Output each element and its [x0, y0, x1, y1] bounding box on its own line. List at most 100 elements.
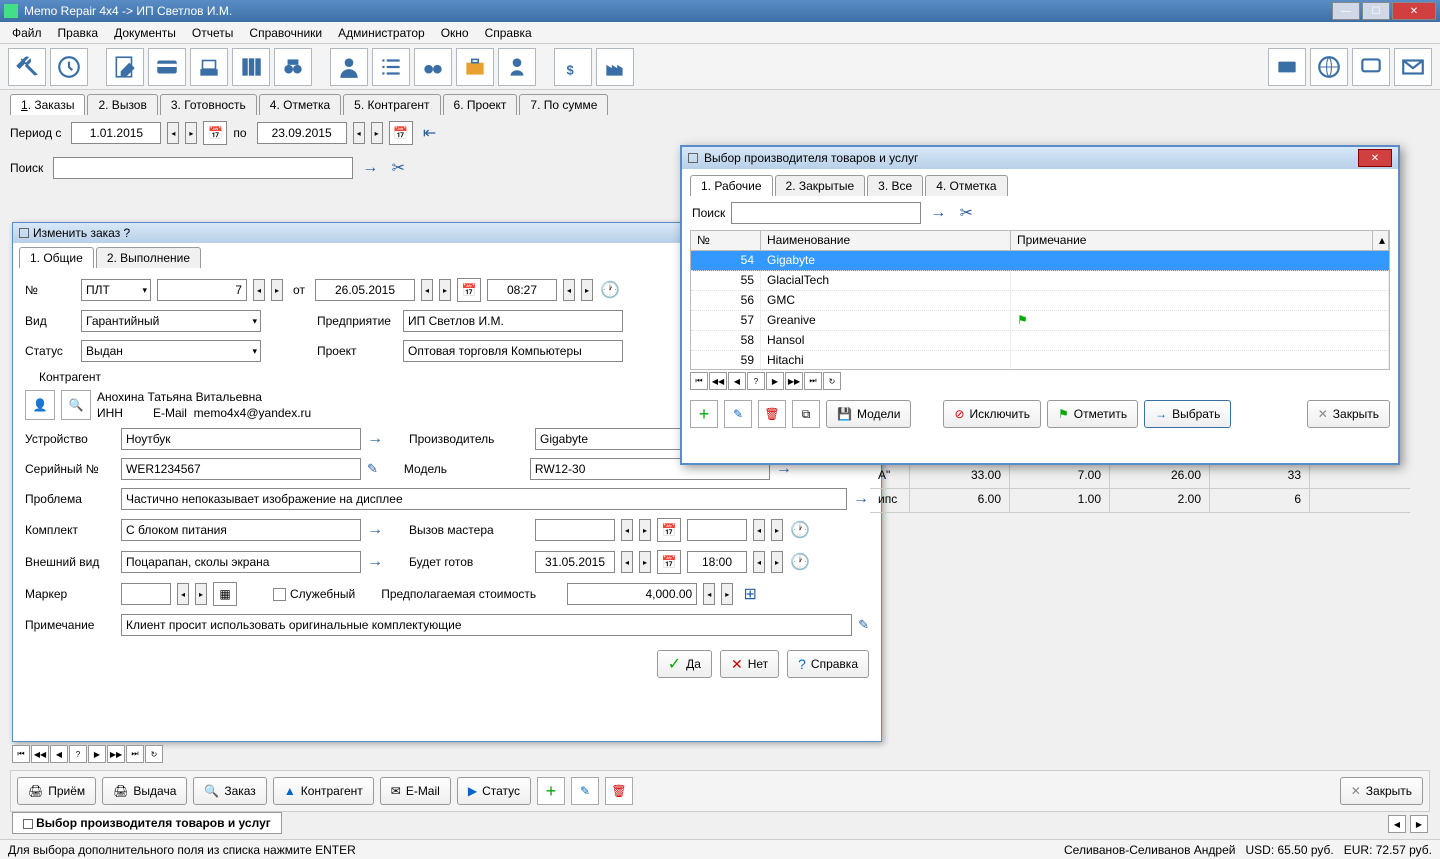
add-button[interactable]: +	[690, 400, 718, 428]
issue-button[interactable]: 🖨Выдача	[102, 777, 187, 805]
nav-last[interactable]: ⏭	[804, 372, 822, 390]
service-checkbox[interactable]	[273, 588, 286, 601]
status-button[interactable]: ▶Статус	[457, 777, 531, 805]
accept-button[interactable]: 🖨Приём	[17, 777, 96, 805]
binoculars-icon[interactable]	[274, 48, 312, 86]
clock-icon[interactable]: 🕐	[789, 519, 811, 541]
calendar-icon[interactable]: 📅	[457, 278, 481, 302]
menu-admin[interactable]: Администратор	[330, 24, 433, 42]
person-icon[interactable]: 👤	[25, 390, 55, 420]
nav-next-page[interactable]: ▶▶	[107, 745, 125, 763]
ready-time[interactable]: 18:00	[687, 551, 747, 573]
folders-icon[interactable]	[232, 48, 270, 86]
calendar-to-icon[interactable]: 📅	[389, 121, 413, 145]
menu-edit[interactable]: Правка	[50, 24, 107, 42]
nav-last[interactable]: ⏭	[126, 745, 144, 763]
date-from-dec[interactable]: ◂	[167, 122, 179, 144]
device-input[interactable]	[121, 428, 361, 450]
tab-orders[interactable]: 1. Заказы	[10, 94, 85, 115]
nav-prev[interactable]: ◀	[728, 372, 746, 390]
edit-icon[interactable]: ✎	[571, 777, 599, 805]
kit-pick-icon[interactable]: →	[367, 521, 383, 539]
tab-general[interactable]: 1. Общие	[19, 247, 94, 268]
tab-call[interactable]: 2. Вызов	[87, 94, 157, 115]
tab-ready[interactable]: 3. Готовность	[160, 94, 257, 115]
search-input[interactable]	[53, 157, 353, 179]
order-date[interactable]: 26.05.2015	[315, 279, 415, 301]
calc-icon[interactable]: ⊞	[739, 583, 761, 605]
menu-documents[interactable]: Документы	[106, 24, 184, 42]
nav-first[interactable]: ⏮	[12, 745, 30, 763]
master-time[interactable]	[687, 519, 747, 541]
kit-input[interactable]	[121, 519, 361, 541]
edit-button[interactable]: ✎	[724, 400, 752, 428]
close-button[interactable]: ✕	[1392, 2, 1436, 20]
cash-register-icon[interactable]	[190, 48, 228, 86]
grid-row[interactable]: 59Hitachi	[691, 351, 1389, 370]
exclude-button[interactable]: ⊘Исключить	[943, 400, 1041, 428]
manufacturer-grid[interactable]: № Наименование Примечание ▴ 54Gigabyte 5…	[690, 230, 1390, 370]
close-button[interactable]: ✕Закрыть	[1340, 777, 1423, 805]
minimize-button[interactable]: —	[1332, 2, 1360, 20]
popup-close-btn[interactable]: ✕Закрыть	[1307, 400, 1390, 428]
enterprise-input[interactable]	[403, 310, 623, 332]
problem-pick-icon[interactable]: →	[853, 490, 869, 508]
reset-period-icon[interactable]: ⇤	[419, 122, 441, 144]
project-input[interactable]	[403, 340, 623, 362]
num-dec[interactable]: ◂	[253, 279, 265, 301]
date-to-inc[interactable]: ▸	[371, 122, 383, 144]
nav-q[interactable]: ?	[69, 745, 87, 763]
grid-row[interactable]: 58Hansol	[691, 331, 1389, 351]
nav-prev[interactable]: ◀	[50, 745, 68, 763]
kind-combo[interactable]: Гарантийный	[81, 310, 261, 332]
order-button[interactable]: 🔍Заказ	[193, 777, 266, 805]
appearance-pick-icon[interactable]: →	[367, 553, 383, 571]
select-button[interactable]: →Выбрать	[1144, 400, 1231, 428]
calendar-icon[interactable]: 📅	[657, 550, 681, 574]
mail-icon[interactable]	[1394, 48, 1432, 86]
contragent-button[interactable]: ▲Контрагент	[273, 777, 374, 805]
search-cut-icon[interactable]: ✂	[387, 157, 409, 179]
grid-row[interactable]: 55GlacialTech	[691, 271, 1389, 291]
num-inc[interactable]: ▸	[271, 279, 283, 301]
popup-close-button[interactable]: ✕	[1358, 149, 1392, 167]
email-button[interactable]: ✉E-Mail	[380, 777, 451, 805]
col-note[interactable]: Примечание	[1011, 231, 1373, 250]
grid-scroll-up[interactable]: ▴	[1373, 231, 1389, 250]
card-icon[interactable]	[148, 48, 186, 86]
nav-prev-page[interactable]: ◀◀	[31, 745, 49, 763]
briefcase-icon[interactable]	[456, 48, 494, 86]
ready-date[interactable]: 31.05.2015	[535, 551, 615, 573]
nav-prev-page[interactable]: ◀◀	[709, 372, 727, 390]
list-icon[interactable]	[372, 48, 410, 86]
popup-tab-all[interactable]: 3. Все	[867, 175, 923, 196]
status-combo[interactable]: Выдан	[81, 340, 261, 362]
calendar-from-icon[interactable]: 📅	[203, 121, 227, 145]
help-button[interactable]: ?Справка	[787, 650, 869, 678]
order-time[interactable]: 08:27	[487, 279, 557, 301]
nav-refresh[interactable]: ↻	[145, 745, 163, 763]
delete-button[interactable]: 🗑	[758, 400, 786, 428]
date-to-dec[interactable]: ◂	[353, 122, 365, 144]
grid-row[interactable]: 56GMC	[691, 291, 1389, 311]
tab-exec[interactable]: 2. Выполнение	[96, 247, 201, 268]
stamp-icon[interactable]	[1268, 48, 1306, 86]
person-icon[interactable]	[330, 48, 368, 86]
col-name[interactable]: Наименование	[761, 231, 1011, 250]
master-date[interactable]	[535, 519, 615, 541]
history-icon[interactable]	[50, 48, 88, 86]
menu-reports[interactable]: Отчеты	[184, 24, 241, 42]
date-to-input[interactable]: 23.09.2015	[257, 122, 347, 144]
find-contragent-icon[interactable]: 🔍	[61, 390, 91, 420]
search-go-icon[interactable]: →	[359, 157, 381, 179]
nav-next[interactable]: ▶	[88, 745, 106, 763]
nav-refresh[interactable]: ↻	[823, 372, 841, 390]
nav-first[interactable]: ⏮	[690, 372, 708, 390]
menu-help[interactable]: Справка	[477, 24, 540, 42]
popup-tab-mark[interactable]: 4. Отметка	[925, 175, 1007, 196]
menu-references[interactable]: Справочники	[241, 24, 330, 42]
menu-window[interactable]: Окно	[433, 24, 477, 42]
popup-tab-closed[interactable]: 2. Закрытые	[775, 175, 866, 196]
scroll-left[interactable]: ◀	[1388, 815, 1406, 833]
tab-project[interactable]: 6. Проект	[443, 94, 518, 115]
